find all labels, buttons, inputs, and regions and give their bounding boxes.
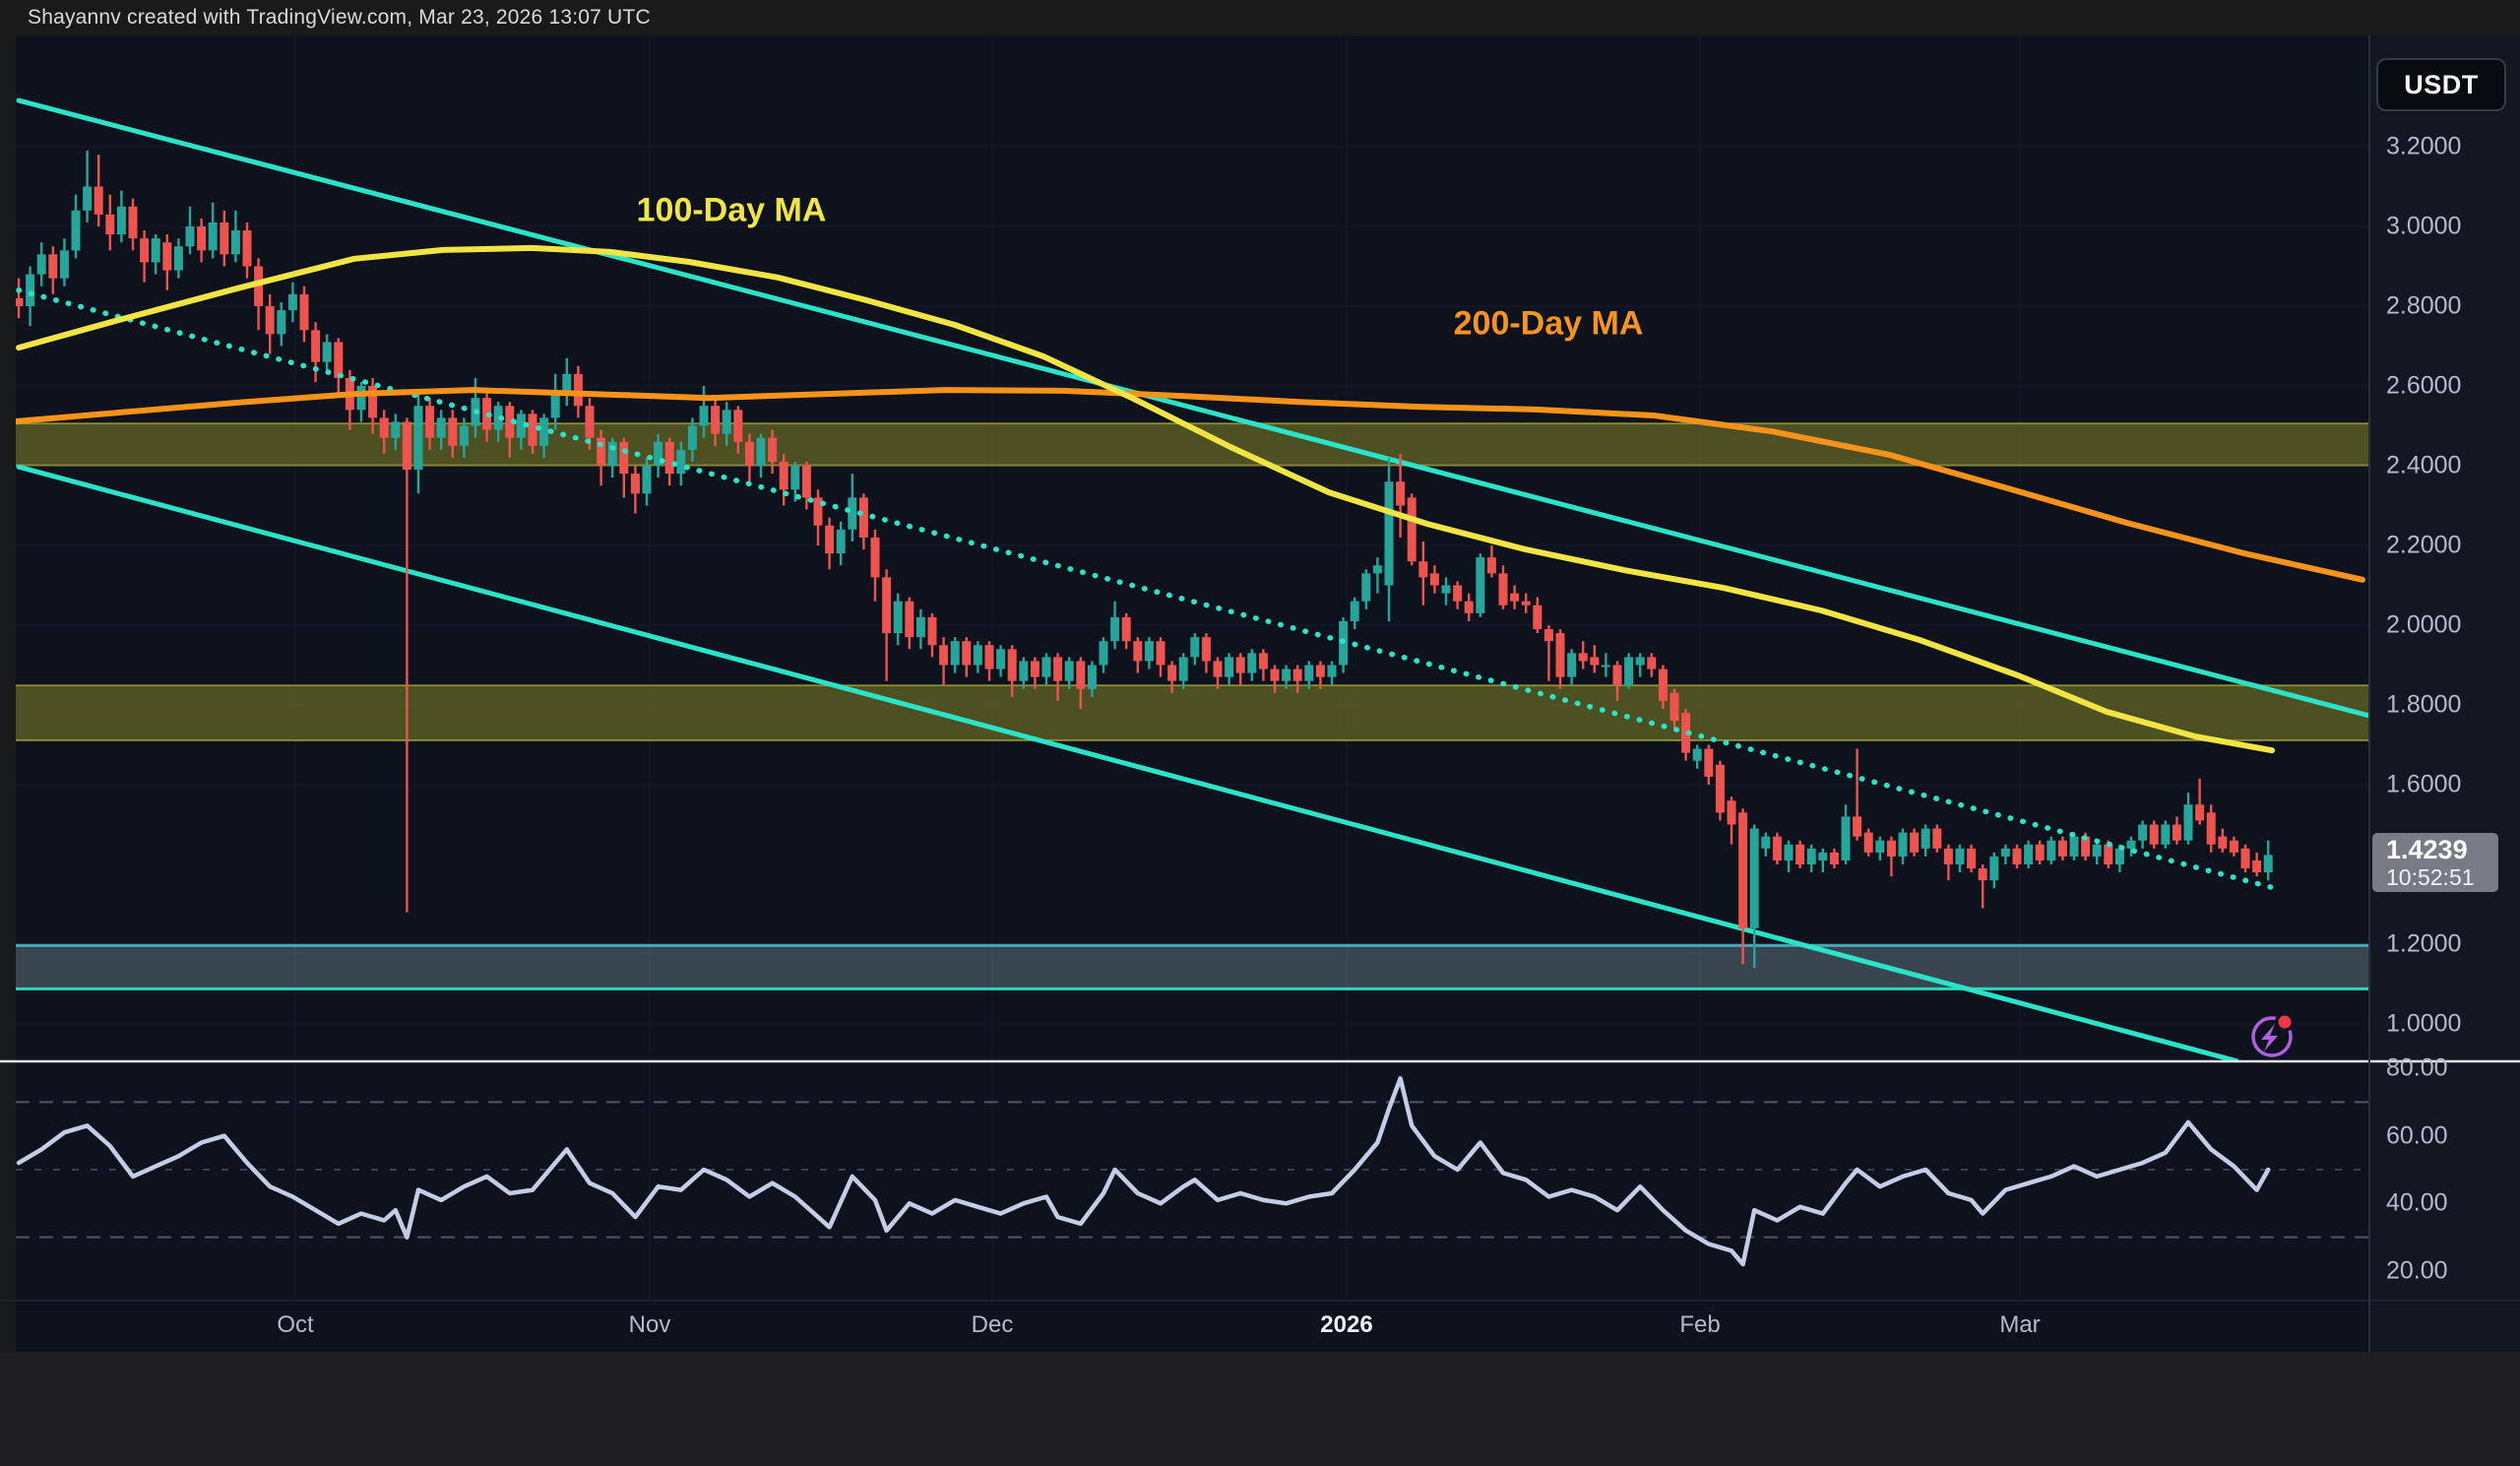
price-tick: 1.2000: [2386, 930, 2461, 959]
price-tick: 1.6000: [2386, 771, 2461, 799]
time-axis-label: Feb: [1679, 1311, 1720, 1339]
ma100-line: [19, 248, 2272, 750]
price-tick: 1.0000: [2386, 1010, 2461, 1039]
price-tick: 3.2000: [2386, 133, 2461, 161]
rsi-pane: [16, 1078, 2369, 1264]
attribution-bar: Shayannv created with TradingView.com, M…: [0, 0, 2520, 35]
price-tick: 3.0000: [2386, 213, 2461, 241]
tradingview-chart-screenshot: Shayannv created with TradingView.com, M…: [0, 0, 2520, 1466]
gridlines: [16, 35, 2369, 1300]
rsi-tick: 80.00: [2386, 1054, 2448, 1083]
current-price: 1.4239: [2386, 834, 2498, 865]
time-axis-label: Mar: [1999, 1311, 2040, 1339]
ma200-line: [16, 390, 2362, 580]
current-price-badge: 1.4239 10:52:51: [2372, 833, 2498, 892]
time-axis-label: Dec: [972, 1311, 1014, 1339]
price-tick: 2.2000: [2386, 532, 2461, 560]
price-tick: 2.6000: [2386, 372, 2461, 401]
price-pane: [15, 100, 2370, 1061]
rsi-tick: 20.00: [2386, 1256, 2448, 1285]
flash-icon[interactable]: [2253, 1012, 2295, 1055]
price-tick: 2.8000: [2386, 292, 2461, 321]
time-axis-label: 2026: [1320, 1311, 1372, 1339]
ma200-label: 200-Day MA: [1454, 305, 1644, 344]
price-tick: 2.4000: [2386, 452, 2461, 480]
price-chart-canvas[interactable]: [0, 0, 2520, 1466]
candles-layer: [15, 151, 2273, 968]
price-tick: 1.8000: [2386, 691, 2461, 720]
ma100-label: 100-Day MA: [637, 192, 827, 230]
attribution-text: Shayannv created with TradingView.com, M…: [28, 6, 651, 30]
time-axis-label: Nov: [629, 1311, 671, 1339]
symbol-badge[interactable]: USDT: [2376, 58, 2506, 111]
resistance-zone-mid: [16, 685, 2369, 740]
support-zone: [16, 945, 2369, 988]
time-axis-label: Oct: [277, 1311, 313, 1339]
channel-median: [19, 290, 2274, 888]
rsi-tick: 40.00: [2386, 1189, 2448, 1218]
footer-bar: TradingView: [0, 1352, 2520, 1466]
price-tick: 2.0000: [2386, 611, 2461, 640]
rsi-tick: 60.00: [2386, 1121, 2448, 1150]
price-countdown: 10:52:51: [2386, 865, 2498, 890]
